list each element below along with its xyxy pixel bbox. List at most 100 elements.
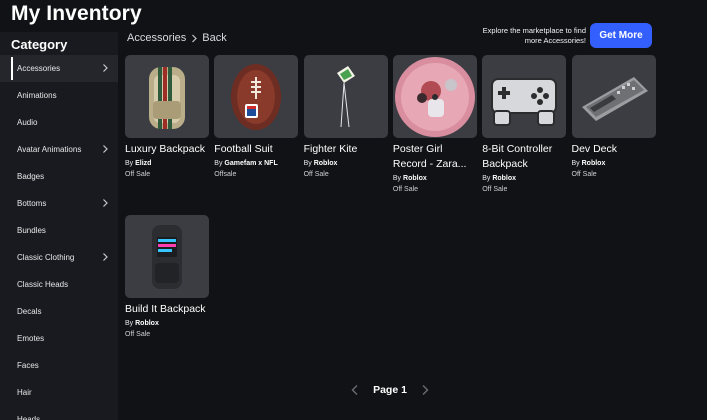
- item-price-status: Off Sale: [571, 171, 597, 178]
- kite-icon: [336, 66, 355, 128]
- creator-prefix: By: [303, 160, 312, 167]
- chevron-right-icon: [103, 199, 108, 207]
- category-list: Accessories Animations Audio Avatar Animati…: [0, 55, 118, 420]
- promo-text: Explore the marketplace to find more Acc…: [482, 26, 586, 45]
- sidebar-item-classic-heads[interactable]: Classic Heads: [0, 271, 118, 298]
- sidebar-item-label: Faces: [17, 361, 39, 370]
- item-creator: By Roblox: [393, 175, 477, 182]
- breadcrumb: Accessories Back: [127, 32, 227, 44]
- creator-name[interactable]: Roblox: [314, 160, 338, 167]
- chevron-right-icon: [103, 253, 108, 261]
- item-name[interactable]: Football Suit: [214, 142, 298, 157]
- sidebar-item-decals[interactable]: Decals: [0, 298, 118, 325]
- item-name[interactable]: Dev Deck: [572, 142, 656, 157]
- keyboard-icon: [581, 77, 648, 121]
- breadcrumb-current[interactable]: Accessories: [127, 32, 186, 44]
- inventory-card[interactable]: 8-Bit Controller Backpack By Roblox Off Sa…: [482, 55, 567, 193]
- sidebar-item-bundles[interactable]: Bundles: [0, 217, 118, 244]
- creator-prefix: By: [392, 175, 402, 182]
- category-sidebar: Category Accessories Animations Audio Avata…: [0, 32, 118, 420]
- sidebar-item-label: Avatar Animations: [17, 145, 82, 154]
- item-price-status: Off Sale: [125, 171, 151, 178]
- item-name[interactable]: Luxury Backpack: [125, 142, 209, 157]
- item-price-status: Off Sale: [392, 186, 419, 193]
- get-more-button[interactable]: Get More: [590, 23, 652, 48]
- sidebar-item-emotes[interactable]: Emotes: [0, 325, 118, 352]
- creator-name[interactable]: Roblox: [582, 160, 606, 167]
- creator-name[interactable]: Roblox: [403, 175, 427, 182]
- item-creator: By Roblox: [482, 175, 566, 182]
- back-link[interactable]: Back: [202, 32, 226, 44]
- creator-prefix: By: [214, 160, 223, 167]
- sidebar-item-label: Heads: [17, 415, 41, 420]
- item-thumbnail[interactable]: [392, 55, 477, 138]
- sidebar-item-bottoms[interactable]: Bottoms: [0, 190, 118, 217]
- creator-prefix: By: [482, 175, 491, 182]
- inventory-card[interactable]: Build It Backpack By Roblox Off Sale: [125, 215, 209, 338]
- item-thumbnail[interactable]: [303, 55, 388, 138]
- page-label: Page 1: [373, 384, 407, 396]
- item-name[interactable]: Build It Backpack: [125, 302, 209, 317]
- item-thumbnail[interactable]: [125, 215, 209, 298]
- sidebar-item-label: Animations: [17, 91, 57, 100]
- item-name[interactable]: Poster Girl Record - Zara...: [393, 142, 477, 172]
- inventory-card[interactable]: Fighter Kite By Roblox Off Sale: [303, 55, 388, 178]
- item-creator: By Roblox: [304, 160, 388, 167]
- creator-name[interactable]: Gamefam x NFL: [224, 160, 277, 167]
- sidebar-item-label: Audio: [17, 118, 38, 127]
- sidebar-title: Category: [11, 37, 68, 52]
- controller-icon: [491, 78, 558, 126]
- creator-prefix: By: [125, 320, 134, 327]
- sidebar-item-badges[interactable]: Badges: [0, 163, 118, 190]
- item-price-status: Off Sale: [125, 331, 151, 338]
- sidebar-item-label: Badges: [17, 172, 45, 181]
- item-name[interactable]: 8-Bit Controller Backpack: [482, 142, 566, 172]
- item-creator: By Roblox: [125, 320, 209, 327]
- creator-name[interactable]: Roblox: [135, 320, 159, 327]
- chevron-right-icon: [103, 145, 108, 153]
- item-thumbnail[interactable]: [125, 55, 209, 138]
- item-price-status: Offsale: [214, 171, 237, 178]
- sidebar-item-label: Decals: [17, 307, 42, 316]
- sidebar-item-label: Bottoms: [17, 199, 47, 208]
- item-thumbnail[interactable]: [482, 55, 567, 138]
- item-thumbnail[interactable]: [214, 55, 299, 138]
- next-page-icon[interactable]: [420, 384, 430, 396]
- item-price-status: Off Sale: [303, 171, 329, 178]
- sidebar-item-label: Accessories: [17, 64, 61, 73]
- football-icon: [231, 64, 282, 130]
- backpack-icon: [152, 225, 182, 289]
- inventory-card[interactable]: Dev Deck By Roblox Off Sale: [571, 55, 656, 178]
- sidebar-item-label: Bundles: [17, 226, 46, 235]
- item-name[interactable]: Fighter Kite: [304, 142, 388, 157]
- creator-name[interactable]: Roblox: [492, 175, 516, 182]
- record-icon: [394, 57, 475, 137]
- inventory-card[interactable]: Luxury Backpack By Elizd Off Sale: [125, 55, 209, 178]
- sidebar-item-accessories[interactable]: Accessories: [0, 55, 118, 82]
- sidebar-item-hair[interactable]: Hair: [0, 379, 118, 406]
- chevron-right-icon: [103, 64, 108, 72]
- backpack-icon: [149, 67, 185, 129]
- item-price-status: Off Sale: [482, 186, 508, 193]
- sidebar-item-label: Hair: [17, 388, 32, 397]
- creator-prefix: By: [125, 160, 134, 167]
- page-title: My Inventory: [11, 2, 142, 25]
- sidebar-item-heads[interactable]: Heads: [0, 406, 118, 420]
- sidebar-item-classic-clothing[interactable]: Classic Clothing: [0, 244, 118, 271]
- prev-page-icon[interactable]: [350, 384, 360, 396]
- item-creator: By Gamefam x NFL: [214, 160, 298, 167]
- sidebar-item-faces[interactable]: Faces: [0, 352, 118, 379]
- creator-name[interactable]: Elizd: [135, 160, 151, 167]
- inventory-card[interactable]: Football Suit By Gamefam x NFL Offsale: [214, 55, 299, 178]
- sidebar-item-animations[interactable]: Animations: [0, 82, 118, 109]
- sidebar-item-label: Emotes: [17, 334, 45, 343]
- sidebar-item-avatar-animations[interactable]: Avatar Animations: [0, 136, 118, 163]
- item-creator: By Roblox: [572, 160, 656, 167]
- creator-prefix: By: [571, 160, 580, 167]
- sidebar-item-label: Classic Heads: [17, 280, 69, 289]
- inventory-card[interactable]: Poster Girl Record - Zara... By Roblox Off…: [392, 55, 477, 193]
- pagination: Page 1: [350, 381, 430, 399]
- sidebar-item-audio[interactable]: Audio: [0, 109, 118, 136]
- sidebar-item-label: Classic Clothing: [17, 253, 75, 262]
- item-thumbnail[interactable]: [571, 55, 656, 138]
